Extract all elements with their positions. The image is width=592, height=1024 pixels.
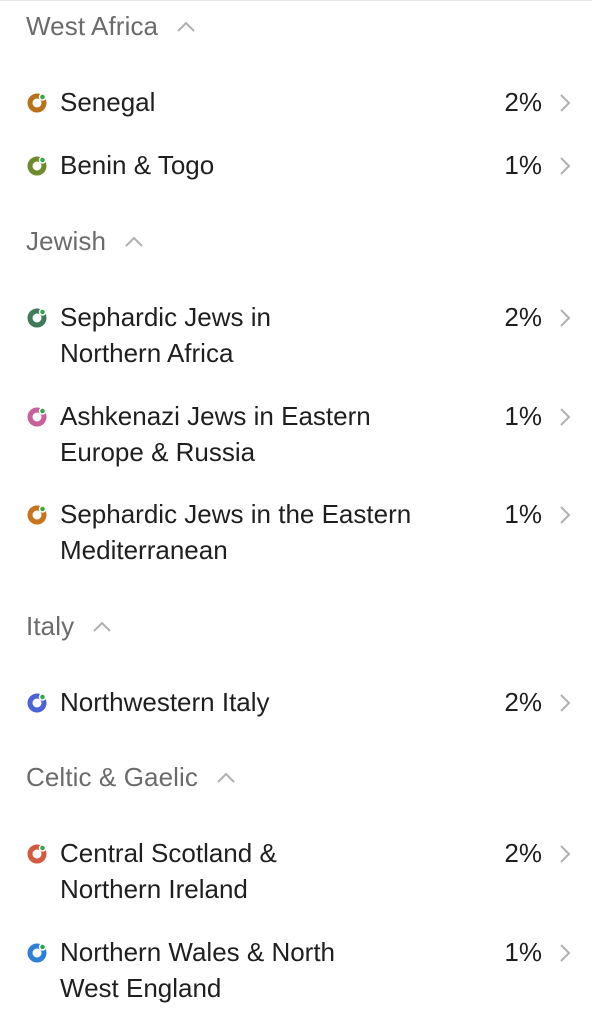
section-title: West Africa (26, 10, 159, 41)
list-item-benin-togo[interactable]: Benin & Togo 1% (0, 147, 592, 187)
section-header-italy[interactable]: Italy (26, 608, 112, 644)
population-name-line1: Northern Wales & North (60, 937, 336, 967)
section-header-celtic-gaelic[interactable]: Celtic & Gaelic (26, 759, 236, 795)
population-percent: 2% (504, 87, 542, 117)
population-dot-icon (27, 943, 47, 963)
list-item-northern-wales[interactable]: Northern Wales & North West England 1% (0, 934, 592, 1006)
population-name-line2: Europe & Russia (60, 437, 256, 467)
section-header-jewish[interactable]: Jewish (26, 223, 144, 259)
population-name-line2: Mediterranean (60, 535, 228, 565)
population-percent: 2% (504, 302, 542, 332)
list-item-central-scotland[interactable]: Central Scotland & Northern Ireland 2% (0, 835, 592, 907)
chevron-right-icon (560, 694, 571, 712)
chevron-right-icon (560, 845, 571, 863)
section-title: Italy (26, 610, 75, 641)
population-percent: 1% (504, 401, 542, 431)
chevron-up-icon (125, 236, 143, 247)
population-dot-icon (27, 844, 47, 864)
chevron-up-icon (217, 772, 235, 783)
population-dot-icon (27, 93, 47, 113)
chevron-right-icon (560, 506, 571, 524)
list-item-northwestern-italy[interactable]: Northwestern Italy 2% (0, 684, 592, 724)
population-name: Benin & Togo (60, 150, 215, 180)
chevron-right-icon (560, 94, 571, 112)
list-item-sephardic-eastern-med[interactable]: Sephardic Jews in the Eastern Mediterran… (0, 496, 592, 568)
population-name-line2: West England (60, 973, 222, 1003)
chevron-right-icon (560, 944, 571, 962)
population-dot-icon (27, 308, 47, 328)
population-name-line1: Sephardic Jews in the Eastern (60, 499, 412, 529)
population-name-line2: Northern Ireland (60, 874, 248, 904)
population-percent: 1% (504, 937, 542, 967)
chevron-up-icon (93, 621, 111, 632)
population-dot-icon (27, 407, 47, 427)
list-item-sephardic-northern-africa[interactable]: Sephardic Jews in Northern Africa 2% (0, 299, 592, 371)
population-dot-icon (27, 505, 47, 525)
chevron-right-icon (560, 408, 571, 426)
population-name-line1: Sephardic Jews in (60, 302, 271, 332)
section-title: Jewish (26, 225, 107, 256)
population-percent: 1% (504, 499, 542, 529)
population-dot-icon (27, 693, 47, 713)
population-name: Northwestern Italy (60, 687, 270, 717)
chevron-up-icon (177, 21, 195, 32)
population-name: Senegal (60, 87, 156, 117)
population-percent: 2% (504, 838, 542, 868)
section-header-west-africa[interactable]: West Africa (26, 8, 196, 44)
population-name-line1: Ashkenazi Jews in Eastern (60, 401, 371, 431)
chevron-right-icon (560, 157, 571, 175)
list-item-senegal[interactable]: Senegal 2% (0, 84, 592, 124)
population-percent: 2% (504, 687, 542, 717)
top-divider (0, 0, 592, 1)
population-dot-icon (27, 156, 47, 176)
section-title: Celtic & Gaelic (26, 761, 198, 792)
population-percent: 1% (504, 150, 542, 180)
list-item-ashkenazi[interactable]: Ashkenazi Jews in Eastern Europe & Russi… (0, 398, 592, 470)
chevron-right-icon (560, 309, 571, 327)
population-name-line1: Central Scotland & (60, 838, 277, 868)
population-name-line2: Northern Africa (60, 338, 234, 368)
